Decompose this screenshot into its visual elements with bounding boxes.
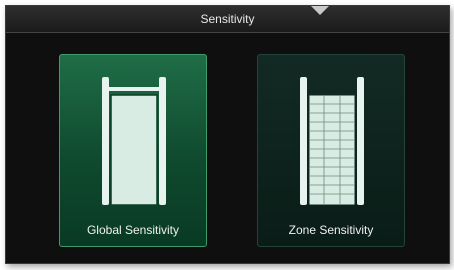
corner-decoration [311,6,329,15]
global-sensitivity-button[interactable]: Global Sensitivity [59,54,207,247]
sensitivity-screen: Sensitivity Global Sensitivity Zone Sens… [5,5,450,264]
global-sensitivity-label: Global Sensitivity [86,223,180,237]
zone-sensitivity-button[interactable]: Zone Sensitivity [257,54,405,247]
gate-multi-zone-icon [300,77,364,205]
gate-single-zone-icon [102,77,166,205]
page-title: Sensitivity [6,6,449,33]
zone-sensitivity-label: Zone Sensitivity [288,223,374,237]
